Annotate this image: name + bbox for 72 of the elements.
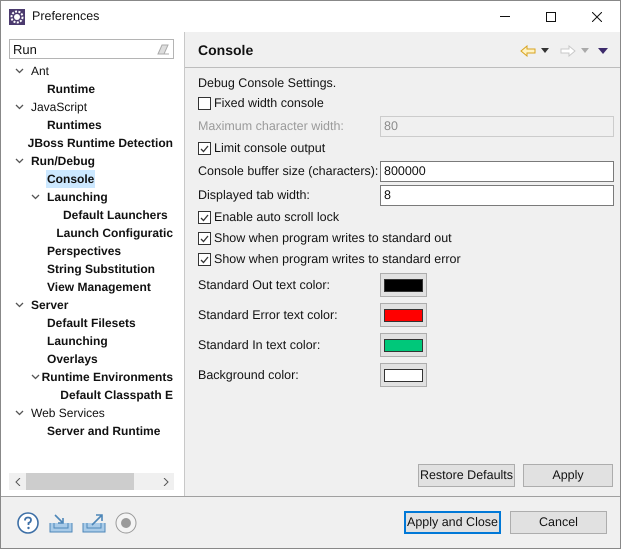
- chevron-down-icon[interactable]: [31, 194, 40, 200]
- tree-item[interactable]: Perspectives: [46, 242, 122, 260]
- tree-item[interactable]: Overlays: [46, 350, 99, 368]
- export-icon[interactable]: [82, 512, 106, 532]
- tree-item[interactable]: String Substitution: [46, 260, 156, 278]
- field-label: Console buffer size (characters):: [198, 162, 380, 180]
- tree-item[interactable]: Runtime Environments: [40, 368, 174, 386]
- tree-item[interactable]: Ant: [30, 62, 50, 80]
- tree-item[interactable]: Launching: [46, 332, 109, 350]
- description-text: Debug Console Settings.: [198, 75, 338, 92]
- chevron-down-icon[interactable]: [15, 158, 24, 164]
- tree-item[interactable]: Launching: [46, 188, 109, 206]
- color-picker-button[interactable]: [380, 273, 427, 297]
- checkbox[interactable]: [198, 142, 211, 155]
- field-label: Maximum character width:: [198, 118, 345, 135]
- maximize-icon: [546, 12, 556, 22]
- apply-button[interactable]: Apply: [523, 464, 613, 487]
- dropdown-icon[interactable]: [541, 48, 549, 53]
- tree-item[interactable]: Server and Runtime: [46, 422, 162, 440]
- tree-item[interactable]: Web Services: [30, 404, 106, 422]
- checkbox[interactable]: [198, 232, 211, 245]
- color-picker-button[interactable]: [380, 303, 427, 327]
- chevron-down-icon[interactable]: [15, 302, 24, 308]
- chevron-down-icon[interactable]: [15, 104, 24, 110]
- color-label: Standard Error text color:: [198, 306, 339, 324]
- tree-item[interactable]: Launch Configuratic: [55, 224, 174, 242]
- color-picker-button[interactable]: [380, 363, 427, 387]
- checkbox-label: Show when program writes to standard error: [214, 251, 461, 268]
- tree-item[interactable]: View Management: [46, 278, 152, 296]
- checkbox-label: Fixed width console: [214, 95, 324, 112]
- close-icon: [592, 12, 602, 22]
- chevron-down-icon[interactable]: [31, 374, 40, 380]
- tree-item[interactable]: Default Launchers: [62, 206, 169, 224]
- tree-item[interactable]: JBoss Runtime Detection: [26, 134, 174, 152]
- text-field[interactable]: 800000: [380, 160, 614, 182]
- text-field[interactable]: 8: [380, 184, 614, 206]
- app-gear-icon: [9, 8, 25, 24]
- tree-item[interactable]: Runtimes: [46, 116, 103, 134]
- chevron-down-icon[interactable]: [15, 68, 24, 74]
- color-label: Standard In text color:: [198, 336, 322, 354]
- menu-icon[interactable]: [598, 48, 608, 54]
- checkbox[interactable]: [198, 211, 211, 224]
- tree-item[interactable]: Runtime: [46, 80, 96, 98]
- dialog-button[interactable]: Cancel: [510, 511, 607, 534]
- color-label: Standard Out text color:: [198, 276, 332, 294]
- checkbox[interactable]: [198, 97, 211, 110]
- tree-item[interactable]: JavaScript: [30, 98, 88, 116]
- minimize-icon: [500, 16, 510, 17]
- checkbox[interactable]: [198, 253, 211, 266]
- help-icon[interactable]: [17, 512, 39, 534]
- checkbox-label: Enable auto scroll lock: [214, 209, 340, 226]
- filter-field[interactable]: Run: [9, 39, 174, 59]
- scroll-left-icon[interactable]: [14, 478, 20, 486]
- checkbox-label: Show when program writes to standard out: [214, 230, 452, 248]
- tree-item[interactable]: Default Classpath E: [59, 386, 174, 404]
- color-label: Background color:: [198, 366, 300, 384]
- color-picker-button[interactable]: [380, 333, 427, 357]
- window-title: Preferences: [32, 8, 100, 26]
- checkbox-label: Limit console output: [214, 140, 326, 158]
- restore-defaults-button[interactable]: Restore Defaults: [418, 464, 515, 487]
- tree-item[interactable]: Server: [30, 296, 70, 314]
- field-label: Displayed tab width:: [198, 186, 311, 204]
- page-title: Console: [198, 41, 254, 60]
- chevron-down-icon[interactable]: [15, 410, 24, 416]
- tree-item[interactable]: Run/Debug: [30, 152, 96, 170]
- horizontal-scrollbar[interactable]: [9, 473, 174, 490]
- record-icon[interactable]: [115, 512, 137, 534]
- tree-item[interactable]: Default Filesets: [46, 314, 137, 332]
- dialog-button[interactable]: Apply and Close: [404, 511, 501, 534]
- import-icon[interactable]: [49, 512, 73, 532]
- tree-item[interactable]: Console: [46, 170, 96, 188]
- scroll-right-icon[interactable]: [162, 478, 168, 486]
